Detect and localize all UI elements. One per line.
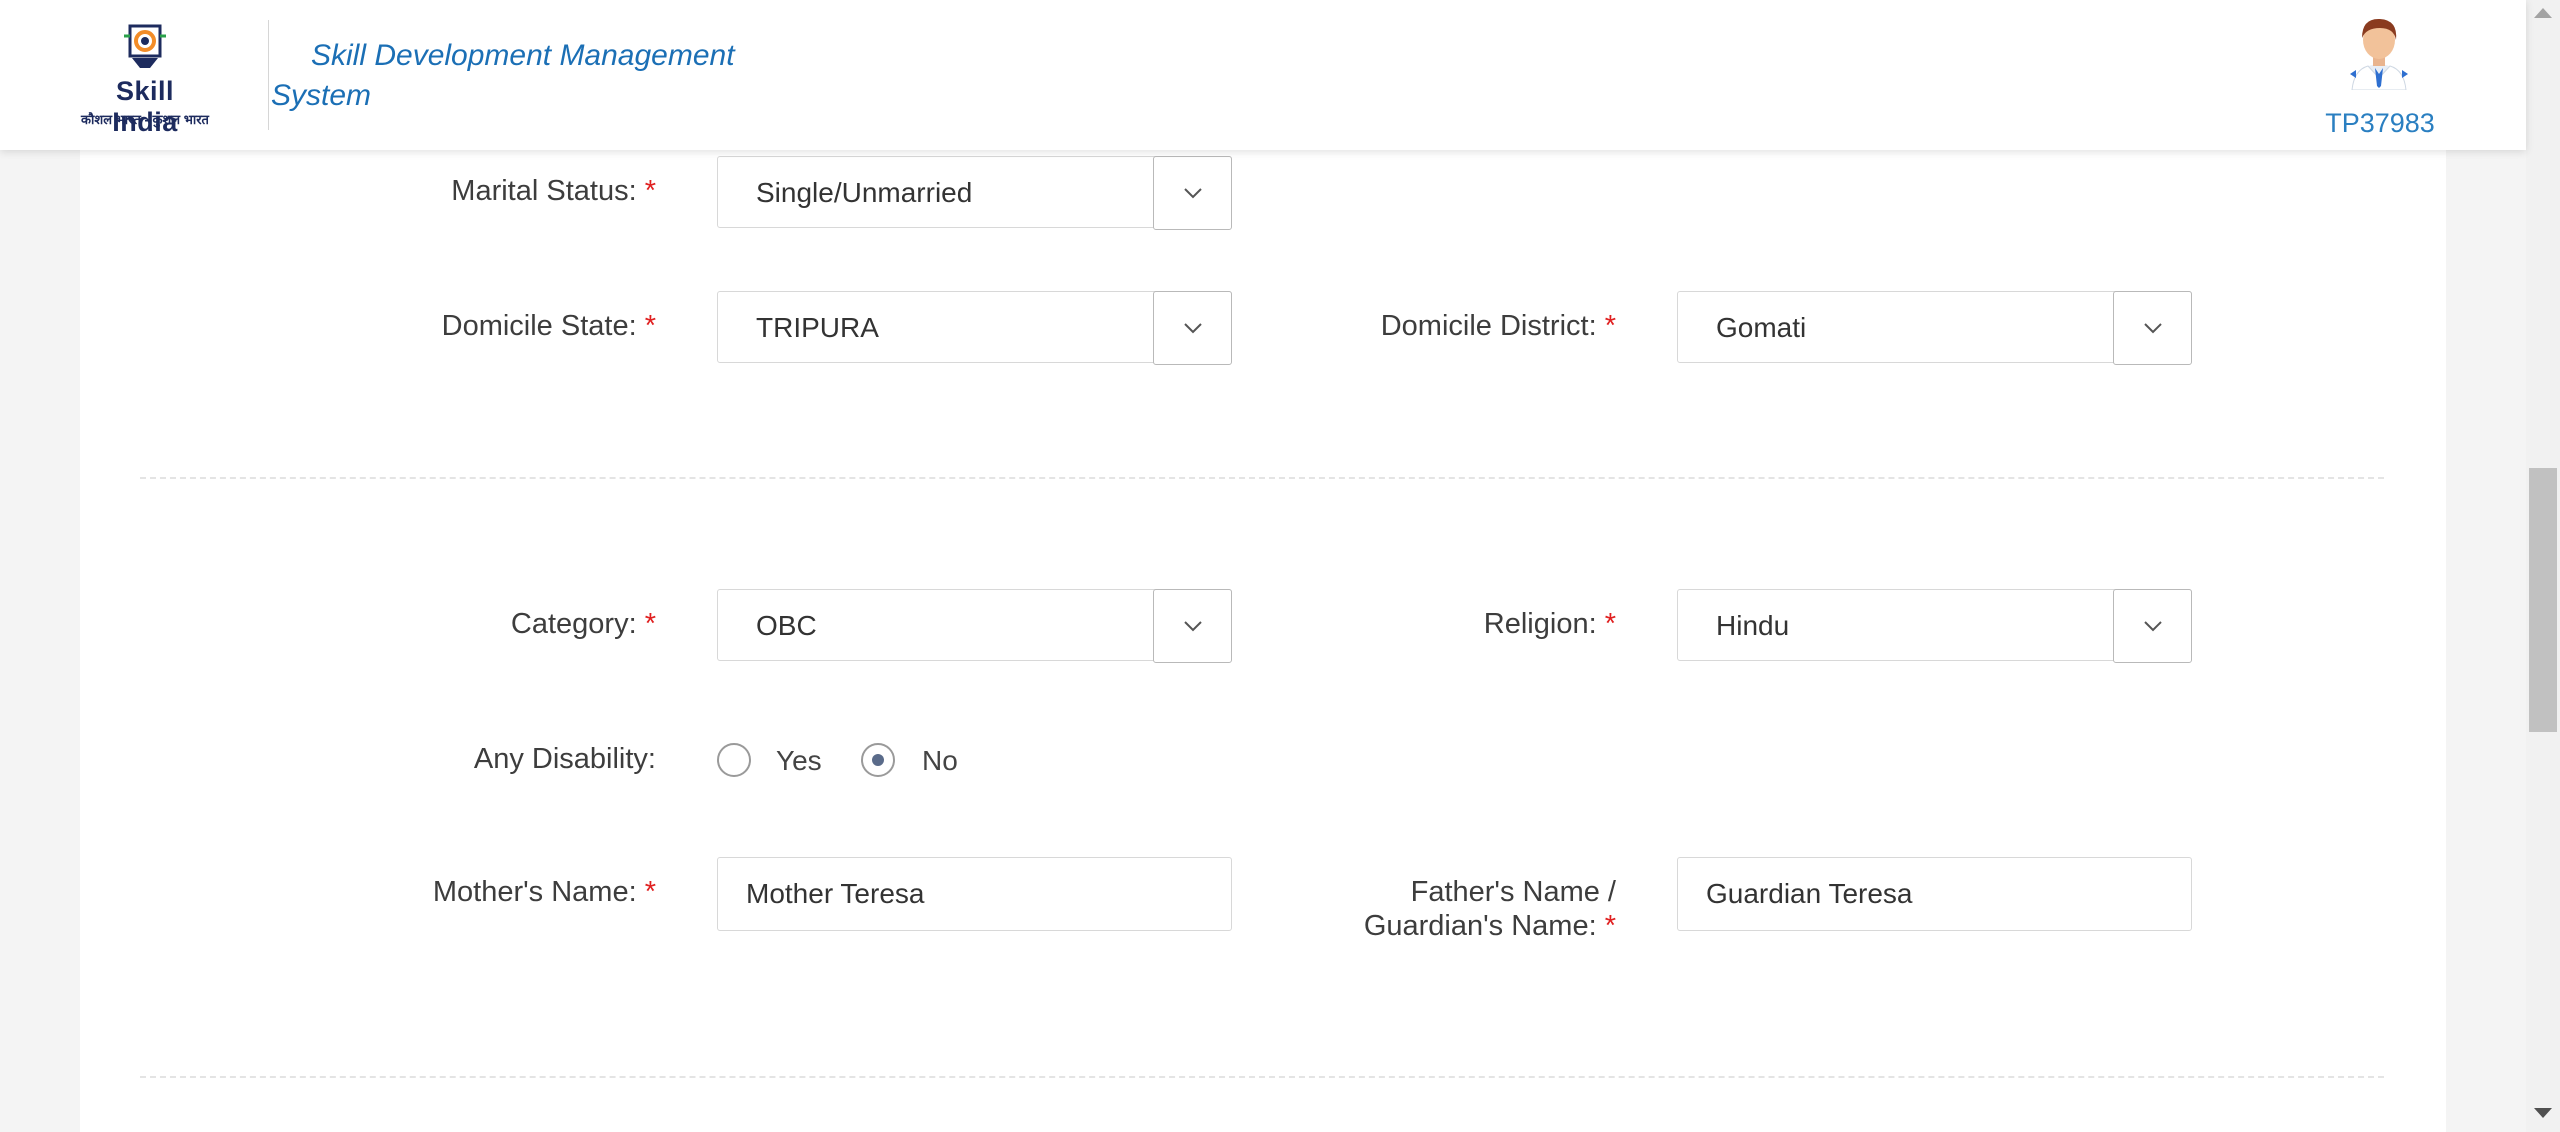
marital-status-select[interactable]: Single/Unmarried: [717, 156, 1232, 230]
category-label: Category: *: [510, 608, 656, 640]
religion-dropdown-button[interactable]: [2113, 589, 2192, 663]
user-avatar-icon[interactable]: [2344, 14, 2414, 90]
father-name-label: Father's Name / Guardian's Name: *: [1363, 876, 1616, 942]
domicile-state-label: Domicile State: *: [441, 310, 656, 342]
logo-mark-icon: [124, 24, 166, 68]
logo-tagline: कौशल भारत - कुशल भारत: [81, 112, 209, 127]
domicile-state-select[interactable]: TRIPURA: [717, 291, 1232, 365]
section-divider: [140, 1076, 2384, 1078]
scrollbar-thumb[interactable]: [2529, 468, 2557, 732]
skill-india-logo[interactable]: Skill India कौशल भारत - कुशल भारत: [80, 22, 210, 137]
scroll-up-arrow-icon[interactable]: [2534, 8, 2552, 18]
disability-label: Any Disability:: [473, 743, 656, 775]
category-select[interactable]: OBC: [717, 589, 1232, 663]
section-divider: [140, 477, 2384, 479]
mother-name-label: Mother's Name: *: [432, 876, 656, 908]
logo-text: Skill India: [112, 76, 178, 137]
religion-select[interactable]: Hindu: [1677, 589, 2192, 663]
disability-no-radio[interactable]: [861, 743, 895, 777]
marital-status-label: Marital Status: *: [451, 175, 656, 207]
domicile-district-select[interactable]: Gomati: [1677, 291, 2192, 365]
chevron-down-icon: [2143, 323, 2162, 334]
domicile-state-value: TRIPURA: [756, 312, 879, 343]
scroll-down-arrow-icon[interactable]: [2534, 1108, 2552, 1118]
chevron-down-icon: [2143, 621, 2162, 632]
marital-status-value: Single/Unmarried: [756, 177, 973, 208]
domicile-district-dropdown-button[interactable]: [2113, 291, 2192, 365]
father-name-input[interactable]: Guardian Teresa: [1677, 857, 2192, 931]
user-id[interactable]: TP37983: [2300, 108, 2460, 139]
disability-no-label[interactable]: No: [922, 744, 958, 778]
mother-name-input[interactable]: Mother Teresa: [717, 857, 1232, 931]
religion-label: Religion: *: [1483, 608, 1616, 640]
chevron-down-icon: [1183, 188, 1202, 199]
domicile-district-value: Gomati: [1716, 312, 1807, 343]
disability-yes-radio[interactable]: [717, 743, 751, 777]
domicile-district-label: Domicile District: *: [1380, 310, 1616, 342]
religion-value: Hindu: [1716, 610, 1790, 641]
category-value: OBC: [756, 610, 817, 641]
top-header: Skill India कौशल भारत - कुशल भारत Skill …: [0, 0, 2526, 150]
header-divider: [268, 20, 269, 130]
marital-status-dropdown-button[interactable]: [1153, 156, 1232, 230]
disability-yes-label[interactable]: Yes: [776, 744, 822, 778]
system-name: Skill Development Management System: [271, 39, 735, 112]
